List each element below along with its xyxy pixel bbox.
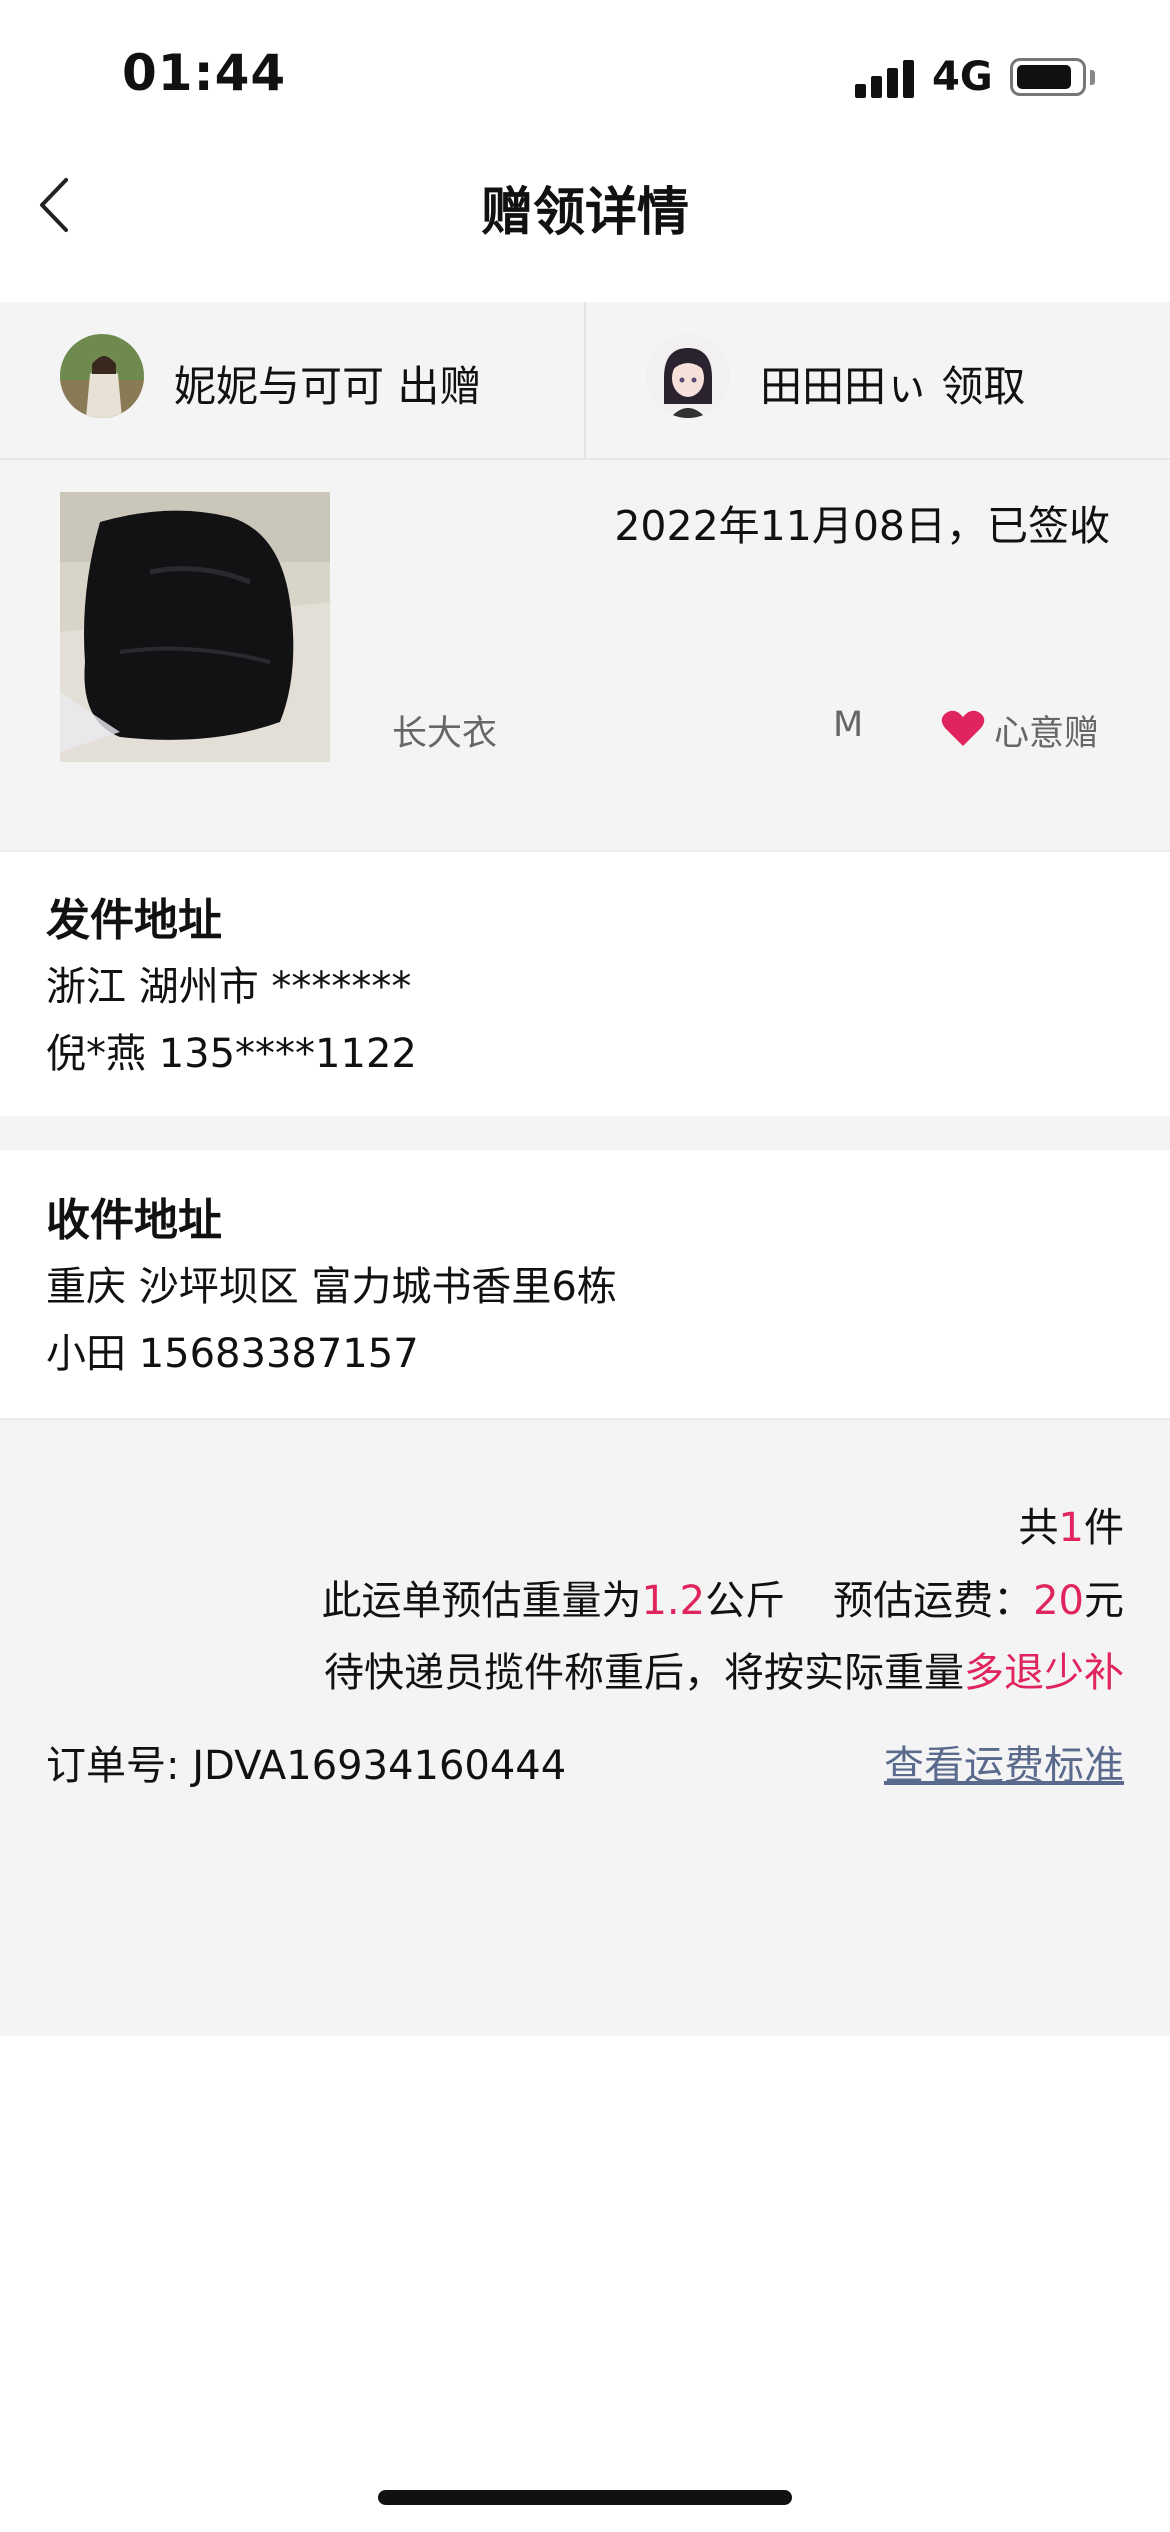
receiver-name[interactable]: 田田田ぃ (760, 362, 928, 411)
receiver-avatar[interactable] (646, 334, 730, 418)
page-title: 赠领详情 (480, 183, 689, 243)
status-time: 01:44 (122, 44, 287, 102)
item-count-suffix: 件 (1084, 1505, 1124, 1551)
weigh-note-emphasis: 多退少补 (964, 1650, 1124, 1696)
weight-prefix: 此运单预估重量为 (321, 1578, 642, 1624)
item-size: M (833, 705, 864, 745)
fee-value: 20 (1033, 1578, 1084, 1624)
fee-prefix: 预估运费： (833, 1578, 1034, 1624)
giver-name[interactable]: 妮妮与可可 (174, 362, 384, 411)
shipping-summary (0, 1418, 1170, 2036)
weigh-note: 待快递员揽件称重后，将按实际重量多退少补 (324, 1640, 1124, 1698)
item-count: 共1件 (1019, 1495, 1124, 1553)
battery-cap (1090, 70, 1095, 85)
sender-contact: 倪*燕 135****1122 (46, 1031, 417, 1077)
item-count-prefix: 共 (1018, 1505, 1059, 1551)
fee-standard-link[interactable]: 查看运费标准 (884, 1733, 1124, 1791)
receiver-action: 领取 (941, 362, 1026, 411)
receiver-line: 田田田ぃ 领取 (760, 353, 1025, 414)
item-count-value: 1 (1058, 1505, 1084, 1551)
weight-value: 1.2 (641, 1578, 706, 1624)
weight-fee-line: 此运单预估重量为1.2公斤 预估运费：20元 (321, 1568, 1124, 1626)
fee-unit: 元 (1084, 1578, 1124, 1624)
item-status: 2022年11月08日，已签收 (614, 502, 1110, 550)
giver-action: 出赠 (397, 362, 482, 411)
recipient-title: 收件地址 (46, 1195, 222, 1246)
sender-title: 发件地址 (46, 895, 222, 946)
item-name: 长大衣 (392, 714, 498, 754)
recipient-contact: 小田 15683387157 (46, 1331, 419, 1377)
section-gap (0, 1116, 1170, 1150)
home-indicator[interactable] (378, 2490, 792, 2505)
item-tag: 心意赠 (994, 714, 1100, 754)
giver-line: 妮妮与可可 出赠 (174, 353, 481, 414)
weight-unit: 公斤 (705, 1578, 786, 1624)
order-label: 订单号: (46, 1743, 180, 1789)
item-photo[interactable] (60, 492, 330, 762)
cellular-signal-icon (855, 58, 915, 98)
party-divider (584, 302, 586, 460)
order-value[interactable]: JDVA16934160444 (192, 1743, 566, 1789)
order-number: 订单号: JDVA16934160444 (46, 1733, 566, 1791)
recipient-address: 重庆 沙坪坝区 富力城书香里6栋 (46, 1264, 617, 1310)
giver-avatar[interactable] (60, 334, 144, 418)
heart-icon (941, 710, 985, 746)
battery-icon (1010, 58, 1086, 96)
network-type: 4G (932, 54, 993, 100)
weigh-note-text: 待快递员揽件称重后，将按实际重量 (324, 1650, 964, 1696)
sender-region: 浙江 湖州市 ******* (46, 964, 412, 1010)
status-bar: 01:44 4G (0, 0, 1170, 150)
